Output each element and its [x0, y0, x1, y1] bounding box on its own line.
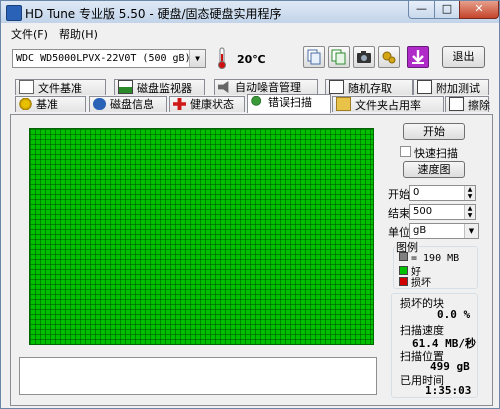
screenshot-button[interactable]	[353, 46, 375, 68]
unit-select[interactable]: gB ▼	[409, 223, 479, 239]
options-icon	[382, 51, 396, 64]
info-icon	[93, 98, 106, 110]
tab-noise-management[interactable]: 自动噪音管理	[214, 79, 318, 95]
save-button[interactable]	[407, 46, 429, 68]
speed-map-button[interactable]: 速度图	[403, 161, 465, 178]
chevron-down-icon: ▼	[464, 224, 478, 238]
disk-monitor-icon	[118, 80, 133, 94]
save-icon	[412, 50, 424, 64]
exit-button[interactable]: 退出	[442, 46, 485, 68]
tab-erase[interactable]: 擦除	[445, 96, 490, 112]
copy-icon	[307, 49, 321, 65]
error-scan-icon	[251, 96, 264, 108]
menu-help[interactable]: 帮助(H)	[59, 26, 98, 42]
tab-folder-usage[interactable]: 文件夹占用率	[332, 96, 444, 112]
copy-button[interactable]	[303, 46, 325, 68]
tab-benchmark[interactable]: 基准	[15, 96, 86, 112]
elapsed-time-value: 1:35:03	[425, 384, 472, 397]
extra-tests-icon	[417, 80, 432, 94]
legend-block-swatch	[399, 252, 408, 261]
quick-scan-label: 快速扫描	[414, 147, 458, 160]
title-bar: HD Tune 专业版 5.50 - 硬盘/固态硬盘实用程序 — □ ✕	[1, 1, 499, 23]
window-title: HD Tune 专业版 5.50 - 硬盘/固态硬盘实用程序	[25, 7, 282, 21]
tab-random-access[interactable]: 随机存取	[325, 79, 413, 95]
spinner-arrows-icon[interactable]: ▲ ▼	[464, 205, 475, 219]
copy-all-button[interactable]	[328, 46, 350, 68]
thermometer-icon	[218, 47, 226, 69]
speaker-icon	[218, 81, 229, 93]
options-button[interactable]	[378, 46, 400, 68]
toolbar: WDC WD5000LPVX-22V0T (500 gB) ▼ 20℃ 退出	[1, 41, 499, 75]
temperature-value: 20℃	[237, 53, 266, 66]
tab-health[interactable]: 健康状态	[169, 96, 245, 112]
start-position-input[interactable]: 0 ▲ ▼	[409, 185, 476, 201]
copy-all-icon	[331, 49, 346, 65]
spinner-arrows-icon[interactable]: ▲ ▼	[464, 186, 475, 200]
legend-bad: 损坏	[399, 274, 431, 289]
end-position-input[interactable]: 500 ▲ ▼	[409, 204, 476, 220]
damaged-blocks-value: 0.0 %	[437, 308, 471, 321]
health-icon	[173, 98, 186, 110]
minimize-icon: —	[416, 2, 427, 15]
tab-extra-tests[interactable]: 附加测试	[413, 79, 489, 95]
erase-icon	[449, 97, 464, 111]
screenshot-icon	[357, 51, 371, 63]
legend-bad-swatch	[399, 277, 408, 286]
quick-scan-checkbox[interactable]	[400, 146, 411, 157]
scan-log	[19, 357, 377, 395]
maximize-icon: □	[441, 2, 453, 15]
menu-bar: 文件(F) 帮助(H)	[1, 23, 499, 41]
benchmark-icon	[19, 98, 32, 110]
unit-label: 单位	[388, 226, 410, 239]
random-access-icon	[329, 80, 344, 94]
start-scan-button[interactable]: 开始	[403, 123, 465, 140]
tab-error-scan[interactable]: 错误扫描	[247, 94, 331, 113]
block-map	[29, 128, 374, 345]
menu-file[interactable]: 文件(F)	[11, 26, 48, 42]
drive-select[interactable]: WDC WD5000LPVX-22V0T (500 gB) ▼	[12, 49, 206, 68]
close-icon: ✕	[474, 2, 484, 15]
start-position-label: 开始	[388, 188, 410, 201]
drive-select-value: WDC WD5000LPVX-22V0T (500 gB)	[16, 53, 191, 64]
chevron-down-icon: ▼	[189, 50, 205, 67]
maximize-button[interactable]: □	[434, 1, 460, 19]
minimize-button[interactable]: —	[408, 1, 435, 19]
tab-file-benchmark[interactable]: 文件基准	[15, 79, 106, 95]
folder-icon	[336, 97, 351, 111]
tab-disk-info[interactable]: 磁盘信息	[89, 96, 167, 112]
close-button[interactable]: ✕	[459, 1, 499, 19]
app-window: HD Tune 专业版 5.50 - 硬盘/固态硬盘实用程序 — □ ✕ 文件(…	[0, 0, 500, 409]
file-benchmark-icon	[19, 80, 34, 94]
end-position-label: 结束	[388, 207, 410, 220]
app-icon	[6, 5, 22, 21]
tab-disk-monitor[interactable]: 磁盘监视器	[114, 79, 205, 95]
